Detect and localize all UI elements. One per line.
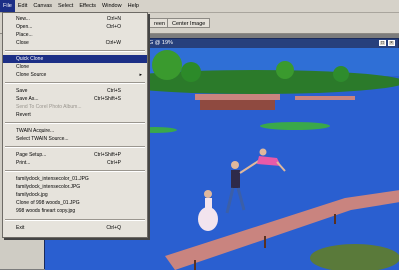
recent-file-item[interactable]: Clone of 998 woods_01.JPG	[3, 199, 147, 207]
menu-select[interactable]: Select	[55, 0, 76, 12]
menu-effects[interactable]: Effects	[76, 0, 99, 12]
menu-separator	[5, 82, 145, 84]
menu-item-revert[interactable]: Revert	[3, 111, 147, 119]
lily-pads	[260, 122, 330, 130]
menu-item-clone[interactable]: Clone	[3, 63, 147, 71]
menu-separator	[5, 50, 145, 52]
girl-head	[204, 190, 212, 198]
menu-item-page-setup[interactable]: Page Setup... Ctrl+Shift+P	[3, 151, 147, 159]
menu-canvas[interactable]: Canvas	[30, 0, 55, 12]
boathouse-roof	[195, 94, 280, 100]
recent-file-item[interactable]: familydock.jpg	[3, 191, 147, 199]
man-head	[231, 161, 239, 169]
menu-item-print[interactable]: Print... Ctrl+P	[3, 159, 147, 167]
menu-item-quick-clone[interactable]: Quick Clone	[3, 55, 147, 63]
close-icon[interactable]: ×	[388, 40, 395, 46]
menu-item-twain-acquire[interactable]: TWAIN Acquire...	[3, 127, 147, 135]
menu-item-select-twain-source[interactable]: Select TWAIN Source...	[3, 135, 147, 143]
menu-separator	[5, 219, 145, 221]
menu-item-save[interactable]: Save Ctrl+S	[3, 87, 147, 95]
menu-item-save-as[interactable]: Save As... Ctrl+Shift+S	[3, 95, 147, 103]
recent-file-item[interactable]: 998 woods fineart copy.jpg	[3, 207, 147, 215]
menu-window[interactable]: Window	[99, 0, 125, 12]
girl-in-dress	[198, 207, 218, 231]
menu-separator	[5, 122, 145, 124]
menu-item-send-to-photo-album: Send To Corel Photo Album...	[16, 104, 82, 110]
man-torso	[231, 170, 240, 188]
far-dock	[295, 96, 355, 100]
menu-edit[interactable]: Edit	[15, 0, 30, 12]
menu-item-place[interactable]: Place...	[3, 31, 147, 39]
menu-help[interactable]: Help	[125, 0, 142, 12]
center-image-button[interactable]: Center Image	[167, 18, 211, 28]
menu-separator	[5, 170, 145, 172]
menu-item-open[interactable]: Open... Ctrl+O	[3, 23, 147, 31]
tree	[276, 61, 294, 79]
menu-item-close[interactable]: Close Ctrl+W	[3, 39, 147, 47]
child-head	[259, 148, 267, 156]
maximize-button[interactable]: □	[379, 40, 386, 46]
menu-item-exit[interactable]: Exit Ctrl+Q	[3, 224, 147, 232]
menu-file[interactable]: File	[0, 0, 15, 12]
recent-file-item[interactable]: familydock_intensecolor_01.JPG	[3, 175, 147, 183]
tree	[333, 66, 349, 82]
menu-item-new[interactable]: New... Ctrl+N	[3, 15, 147, 23]
boathouse	[200, 100, 275, 110]
tree	[152, 50, 182, 80]
recent-file-item[interactable]: familydock_intensecolor.JPG	[3, 183, 147, 191]
girl-body	[205, 198, 212, 208]
tree-line	[105, 70, 399, 94]
file-menu-dropdown: New... Ctrl+N Open... Ctrl+O Place... Clos…	[2, 12, 148, 238]
submenu-arrow-icon: ▸	[139, 72, 142, 78]
tree	[181, 62, 201, 82]
menu-separator	[5, 146, 145, 148]
menu-item-clone-source[interactable]: Clone Source ▸	[3, 71, 147, 79]
